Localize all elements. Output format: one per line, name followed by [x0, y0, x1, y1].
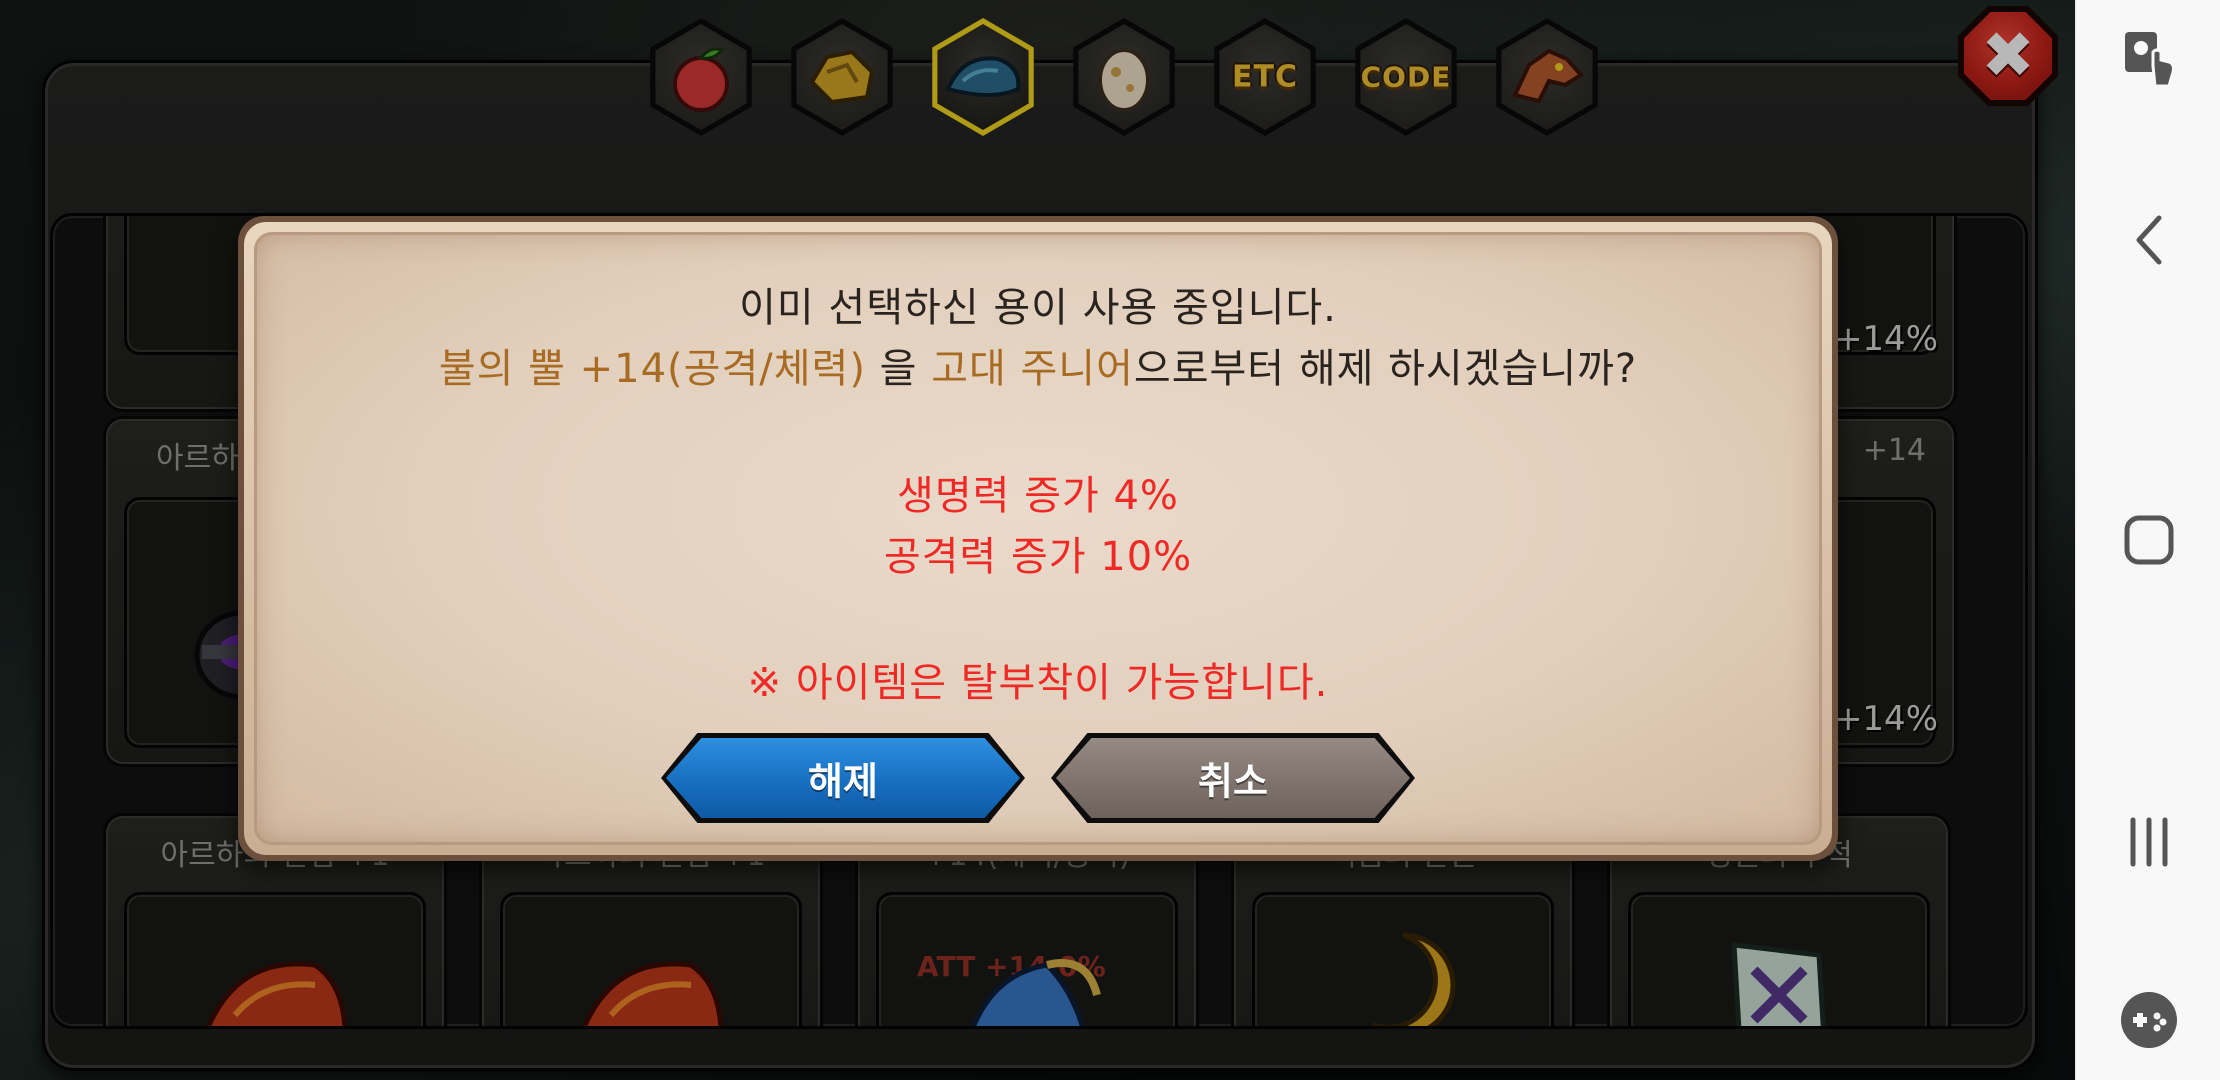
detach-note: ※ 아이템은 탈부착이 가능합니다. — [747, 660, 1329, 706]
game-tools-icon — [2120, 992, 2177, 1048]
game-tools-button[interactable] — [2076, 980, 2220, 1060]
cancel-button[interactable]: 취소 — [1051, 733, 1415, 823]
dialog-message-line1: 이미 선택하신 용이 사용 중입니다. — [739, 285, 1337, 331]
home-icon — [2124, 515, 2173, 565]
back-button[interactable] — [2076, 200, 2220, 280]
recents-icon — [2130, 817, 2167, 867]
cancel-button-label: 취소 — [1198, 759, 1268, 804]
message-text: 을 — [865, 346, 932, 392]
screen-lock-touch-icon — [2124, 32, 2175, 88]
stat-hp-increase: 생명력 증가 4% — [897, 473, 1179, 519]
dialog-message-line2: 불의 뿔 +14(공격/체력) 을 고대 주니어으로부터 해제 하시겠습니까? — [238, 336, 1838, 394]
release-button-label: 해제 — [808, 759, 878, 804]
home-button[interactable] — [2076, 500, 2220, 580]
dragon-name-highlight: 고대 주니어 — [931, 346, 1134, 392]
message-text: 으로부터 해제 하시겠습니까? — [1133, 346, 1638, 392]
recents-button[interactable] — [2076, 802, 2220, 882]
back-icon — [2136, 215, 2161, 265]
screen-lock-touch-button[interactable] — [2076, 18, 2220, 98]
system-navigation-bar — [2075, 0, 2220, 1080]
release-button[interactable]: 해제 — [661, 733, 1025, 823]
stat-attack-increase: 공격력 증가 10% — [883, 534, 1193, 580]
item-name-highlight: 불의 뿔 +14(공격/체력) — [438, 346, 866, 392]
